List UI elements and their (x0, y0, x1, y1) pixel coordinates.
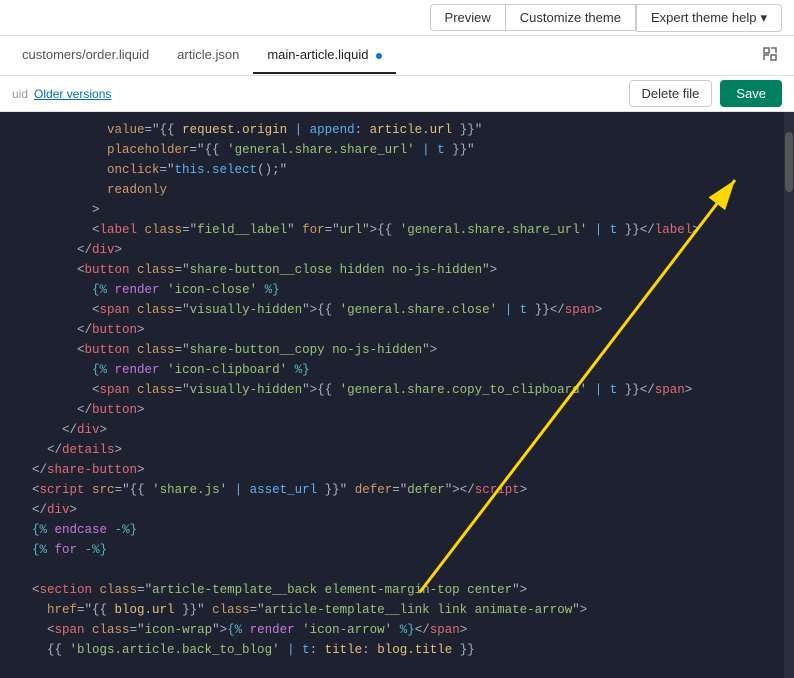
code-line: onclick="this.select();" (0, 160, 784, 180)
code-line: </div> (0, 420, 784, 440)
editor-toolbar: uid Older versions Delete file Save (0, 76, 794, 112)
code-line: placeholder="{{ 'general.share.share_url… (0, 140, 784, 160)
delete-file-button[interactable]: Delete file (629, 80, 713, 107)
code-line: > (0, 200, 784, 220)
code-line: {% render 'icon-clipboard' %} (0, 360, 784, 380)
tab-main-article[interactable]: main-article.liquid (253, 37, 396, 74)
code-line: {% render 'icon-close' %} (0, 280, 784, 300)
code-line: readonly (0, 180, 784, 200)
code-line: <label class="field__label" for="url">{{… (0, 220, 784, 240)
code-line: </share-button> (0, 460, 784, 480)
code-line: <span class="visually-hidden">{{ 'genera… (0, 300, 784, 320)
code-line: </details> (0, 440, 784, 460)
code-line: {% for -%} (0, 540, 784, 560)
code-line: <script src="{{ 'share.js' | asset_url }… (0, 480, 784, 500)
tab-customers-order[interactable]: customers/order.liquid (8, 37, 163, 74)
scrollbar-thumb[interactable] (785, 132, 793, 192)
save-button[interactable]: Save (720, 80, 782, 107)
top-bar: Preview Customize theme Expert theme hel… (0, 0, 794, 36)
code-line: <span class="icon-wrap">{% render 'icon-… (0, 620, 784, 640)
code-line: value="{{ request.origin | append: artic… (0, 120, 784, 140)
scrollbar-track[interactable] (784, 112, 794, 678)
breadcrumb: uid Older versions (12, 87, 111, 101)
code-line: <button class="share-button__copy no-js-… (0, 340, 784, 360)
code-line: </div> (0, 500, 784, 520)
breadcrumb-text: uid (12, 87, 28, 101)
code-line (0, 660, 784, 678)
expert-theme-help-button[interactable]: Expert theme help ▾ (636, 4, 782, 32)
code-line: <button class="share-button__close hidde… (0, 260, 784, 280)
code-line: <section class="article-template__back e… (0, 580, 784, 600)
tab-bar: customers/order.liquid article.json main… (0, 36, 794, 76)
unsaved-indicator (376, 53, 382, 59)
older-versions-link[interactable]: Older versions (34, 87, 111, 101)
code-line: </button> (0, 400, 784, 420)
code-line: {{ 'blogs.article.back_to_blog' | t: tit… (0, 640, 784, 660)
expert-label: Expert theme help (651, 10, 757, 25)
code-line: </button> (0, 320, 784, 340)
editor-area: value="{{ request.origin | append: artic… (0, 112, 794, 678)
code-line: href="{{ blog.url }}" class="article-tem… (0, 600, 784, 620)
code-line: {% endcase -%} (0, 520, 784, 540)
code-line: <span class="visually-hidden">{{ 'genera… (0, 380, 784, 400)
tab-article-json[interactable]: article.json (163, 37, 253, 74)
code-editor[interactable]: value="{{ request.origin | append: artic… (0, 112, 784, 678)
customize-theme-button[interactable]: Customize theme (505, 4, 636, 31)
expand-icon[interactable] (754, 40, 786, 71)
editor-actions: Delete file Save (629, 80, 782, 107)
code-line: </div> (0, 240, 784, 260)
chevron-down-icon: ▾ (760, 10, 767, 26)
code-line (0, 560, 784, 580)
preview-button[interactable]: Preview (430, 4, 505, 31)
